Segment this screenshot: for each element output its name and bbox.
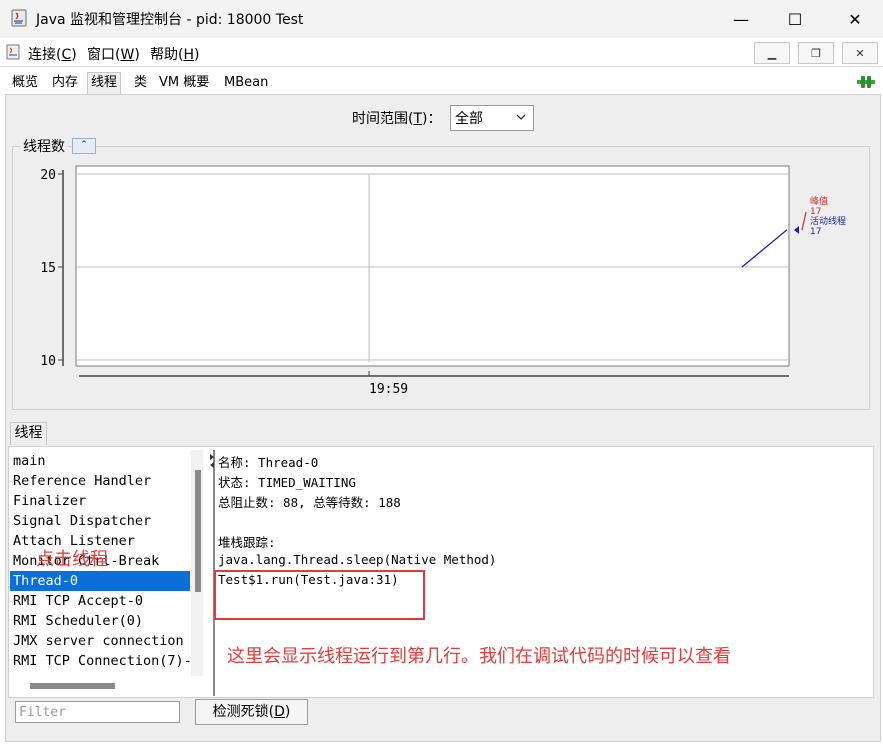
- menu-connect-mnemonic: C: [61, 47, 72, 63]
- menu-help-suffix: ): [194, 47, 200, 63]
- connection-status-icon: [857, 76, 875, 88]
- menu-window[interactable]: 窗口(W): [87, 44, 140, 64]
- live-marker: [794, 226, 799, 234]
- tab-mbean[interactable]: MBean: [220, 72, 272, 95]
- time-range-select[interactable]: 全部: [450, 105, 534, 131]
- java-app-icon: [11, 9, 27, 27]
- filter-input[interactable]: Filter: [15, 701, 180, 723]
- detect-deadlock-suffix: ): [284, 704, 291, 720]
- close-icon: ✕: [848, 9, 862, 29]
- menu-window-mnemonic: W: [120, 47, 135, 63]
- click-thread-annotation: 点击线程: [36, 549, 108, 570]
- menu-window-label: 窗口(: [87, 47, 121, 63]
- time-range-label: 时间范围(T)：: [352, 108, 442, 128]
- window-title: Java 监视和管理控制台 - pid: 18000 Test: [36, 12, 304, 28]
- thread-list-item[interactable]: JMX server connection: [10, 631, 190, 651]
- legend-live-label: 活动线程: [810, 215, 846, 227]
- detect-deadlock-label: 检测死锁(: [212, 704, 275, 720]
- thread-detail-line: java.lang.Thread.sleep(Native Method): [218, 552, 497, 567]
- menu-connect[interactable]: 连接(C): [28, 44, 77, 64]
- highlight-box: [214, 570, 425, 620]
- close-button[interactable]: ✕: [828, 0, 882, 38]
- legend-peak-label: 峰值: [810, 195, 828, 207]
- mdi-minimize-button[interactable]: ▁: [754, 42, 790, 64]
- menu-connect-label: 连接(: [28, 47, 62, 63]
- thread-detail-line: 状态: TIMED_WAITING: [218, 475, 356, 490]
- detect-deadlock-button[interactable]: 检测死锁(D): [195, 699, 308, 725]
- x-tick-label: 19:59: [369, 382, 408, 397]
- thread-list-scroll-thumb[interactable]: [195, 470, 201, 592]
- menu-help-mnemonic: H: [183, 47, 194, 63]
- tab-classes[interactable]: 类: [130, 72, 151, 95]
- thread-list-hscroll-thumb[interactable]: [30, 683, 115, 689]
- mdi-close-icon: ✕: [855, 46, 865, 60]
- menu-window-suffix: ): [134, 47, 140, 63]
- thread-list-item[interactable]: RMI Scheduler(0): [10, 611, 190, 631]
- legend-peak-value: 17: [810, 207, 821, 217]
- thread-list-item[interactable]: RMI TCP Accept-0: [10, 591, 190, 611]
- maximize-icon: ☐: [787, 9, 803, 29]
- tab-thread-list[interactable]: 线程: [10, 422, 47, 445]
- thread-detail-line: 总阻止数: 88, 总等待数: 188: [218, 495, 401, 510]
- y-tick-label: 20: [40, 168, 56, 183]
- thread-list-item[interactable]: Thread-0: [10, 571, 190, 591]
- menu-help[interactable]: 帮助(H): [150, 44, 199, 64]
- thread-list-item[interactable]: main: [10, 451, 190, 471]
- collapse-icon: ⌃: [80, 140, 88, 150]
- tab-memory[interactable]: 内存: [48, 72, 82, 95]
- divider-arrows-icon[interactable]: [209, 452, 215, 470]
- time-range-mnemonic: T: [413, 111, 423, 127]
- mdi-close-button[interactable]: ✕: [842, 42, 878, 64]
- chevron-down-icon: [516, 114, 526, 120]
- thread-detail-line: 名称: Thread-0: [218, 455, 319, 470]
- thread-detail-line: 堆栈跟踪:: [218, 535, 276, 550]
- detect-deadlock-mnemonic: D: [274, 704, 285, 720]
- tab-overview[interactable]: 概览: [8, 72, 42, 95]
- legend-live-value: 17: [810, 227, 821, 237]
- thread-count-chart: 20151019:59峰值17活动线程17: [40, 165, 846, 397]
- plot-area: [75, 165, 790, 367]
- explanation-annotation: 这里会显示线程运行到第几行。我们在调试代码的时候可以查看: [227, 646, 731, 667]
- java-doc-icon: [6, 44, 20, 60]
- menu-connect-suffix: ): [71, 47, 77, 63]
- mdi-restore-icon: ❐: [811, 46, 821, 60]
- time-range-value: 全部: [455, 111, 483, 127]
- thread-list-item[interactable]: Reference Handler: [10, 471, 190, 491]
- y-tick-label: 15: [40, 261, 56, 276]
- mdi-minimize-icon: ▁: [767, 46, 777, 60]
- thread-list-item[interactable]: RMI TCP Connection(7)-: [10, 651, 190, 671]
- maximize-button[interactable]: ☐: [768, 0, 822, 38]
- y-tick-label: 10: [40, 354, 56, 369]
- peak-marker: [801, 211, 807, 231]
- thread-list-item[interactable]: Signal Dispatcher: [10, 511, 190, 531]
- thread-list-item[interactable]: Finalizer: [10, 491, 190, 511]
- time-range-text: 时间范围(: [352, 111, 414, 127]
- minimize-button[interactable]: —: [714, 0, 768, 38]
- menu-help-label: 帮助(: [150, 47, 184, 63]
- minimize-icon: —: [733, 9, 749, 29]
- tab-vm-summary[interactable]: VM 概要: [155, 72, 213, 95]
- mdi-restore-button[interactable]: ❐: [798, 42, 834, 64]
- time-range-suffix: )：: [422, 111, 442, 127]
- tab-threads[interactable]: 线程: [87, 72, 122, 94]
